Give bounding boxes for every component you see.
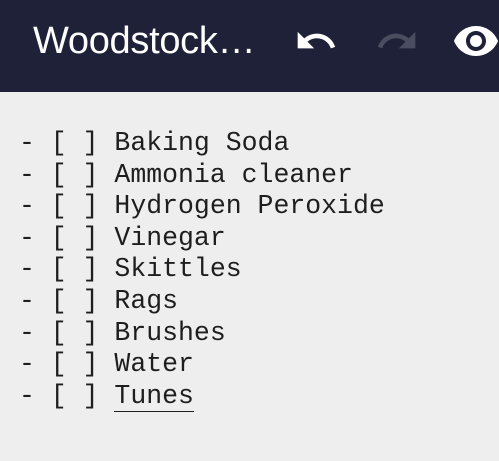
checkbox-markup: - [ ] xyxy=(19,285,115,316)
checklist-item-text[interactable]: Tunes xyxy=(114,380,194,412)
markdown-editor[interactable]: - [ ] Baking Soda - [ ] Ammonia cleaner - … xyxy=(0,92,499,461)
checklist-item-text[interactable]: Hydrogen Peroxide xyxy=(114,191,384,221)
checklist-line[interactable]: - [ ] Skittles xyxy=(19,254,385,286)
note-title[interactable]: Woodstock… xyxy=(33,14,256,68)
checkbox-markup: - [ ] xyxy=(19,191,115,222)
checklist-item-text[interactable]: Rags xyxy=(114,286,178,316)
checklist-item-text[interactable]: Ammonia cleaner xyxy=(114,160,353,190)
checkbox-markup: - [ ] xyxy=(19,222,115,253)
checkbox-markup: - [ ] xyxy=(19,159,115,190)
checkbox-markup: - [ ] xyxy=(19,128,115,158)
checklist-item-text[interactable]: Skittles xyxy=(114,254,241,284)
redo-icon xyxy=(375,19,419,63)
checklist-line[interactable]: - [ ] Hydrogen Peroxide xyxy=(19,191,385,223)
checkbox-markup: - [ ] xyxy=(19,349,115,380)
preview-button[interactable] xyxy=(449,14,499,68)
checklist-line[interactable]: - [ ] Vinegar xyxy=(19,223,385,255)
undo-icon xyxy=(294,19,338,63)
checkbox-markup: - [ ] xyxy=(19,317,115,348)
checklist-item-text[interactable]: Brushes xyxy=(114,318,225,348)
app-toolbar: Woodstock… xyxy=(0,0,499,92)
checklist-line[interactable]: - [ ] Brushes xyxy=(19,318,385,350)
undo-button[interactable] xyxy=(289,14,343,68)
checkbox-markup: - [ ] xyxy=(19,380,115,411)
checklist-line[interactable]: - [ ] Tunes xyxy=(19,380,385,413)
checklist-line[interactable]: - [ ] Rags xyxy=(19,286,385,318)
checklist-line[interactable]: - [ ] Water xyxy=(19,349,385,381)
editor-text[interactable]: - [ ] Baking Soda - [ ] Ammonia cleaner - … xyxy=(19,128,385,412)
checklist-item-text[interactable]: Water xyxy=(114,349,194,379)
checklist-line[interactable]: - [ ] Baking Soda xyxy=(19,128,385,160)
checkbox-markup: - [ ] xyxy=(19,254,115,285)
eye-icon xyxy=(452,17,499,65)
redo-button[interactable] xyxy=(370,14,424,68)
checklist-item-text[interactable]: Baking Soda xyxy=(114,128,289,158)
checklist-line[interactable]: - [ ] Ammonia cleaner xyxy=(19,160,385,192)
checklist-item-text[interactable]: Vinegar xyxy=(114,223,225,253)
